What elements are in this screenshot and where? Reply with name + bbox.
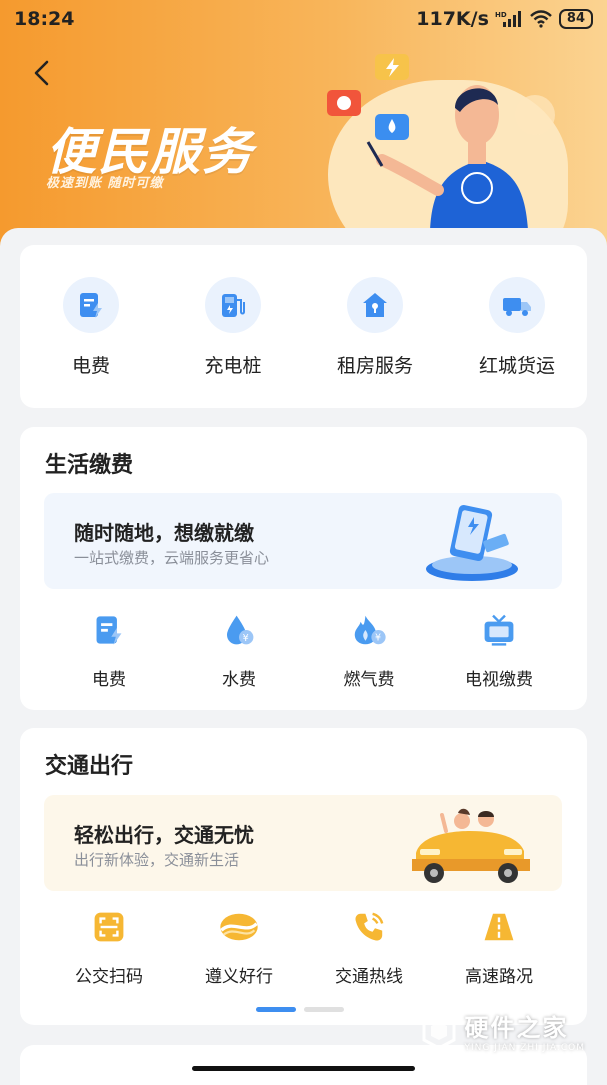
banner-title: 随时随地，想缴就缴 (74, 521, 254, 545)
section-title: 生活缴费 (45, 453, 134, 478)
traffic-item-bus-scan[interactable]: 公交扫码 (44, 904, 174, 987)
quick-item-label: 租房服务 (336, 355, 413, 377)
phone-icon (346, 904, 392, 950)
watermark-sub: YING JIAN ZHI JIA.COM (464, 1043, 585, 1053)
quick-item-electric[interactable]: 电费 (26, 277, 156, 378)
payment-item-electric[interactable]: 电费 (44, 607, 174, 690)
quick-services-card: 电费 充电桩 租房服务 红城货运 (20, 245, 587, 408)
route-logo-icon (216, 904, 262, 950)
watermark: 硬件之家 YING JIAN ZHI JIA.COM (422, 1008, 585, 1053)
life-payment-banner[interactable]: 随时随地，想缴就缴 一站式缴费，云端服务更省心 (44, 493, 562, 589)
payment-item-label: 燃气费 (343, 670, 395, 690)
page-subtitle: 极速到账 随时可缴 (46, 176, 164, 191)
payment-item-water[interactable]: ¥ 水费 (174, 607, 304, 690)
page-indicator (256, 1007, 344, 1012)
page-dot[interactable] (304, 1007, 344, 1012)
section-title: 交通出行 (45, 754, 134, 779)
battery-indicator: 84 (558, 9, 593, 29)
watermark-main: 硬件之家 (464, 1014, 569, 1042)
lightning-bubble-icon (375, 54, 409, 80)
banner-title: 轻松出行，交通无忧 (74, 823, 254, 847)
gas-flame-icon: ¥ (346, 607, 392, 653)
quick-item-freight[interactable]: 红城货运 (452, 277, 582, 378)
svg-text:HD: HD (495, 11, 507, 19)
highway-icon (476, 904, 522, 950)
home-indicator[interactable] (192, 1066, 415, 1071)
traffic-item-label: 公交扫码 (75, 967, 143, 987)
page-dot-active[interactable] (256, 1007, 296, 1012)
banner-subtitle: 出行新体验，交通新生活 (74, 851, 240, 869)
traffic-item-hotline[interactable]: 交通热线 (304, 904, 434, 987)
water-bubble-icon (375, 114, 409, 140)
quick-item-charging[interactable]: 充电桩 (168, 277, 298, 378)
electric-bill-icon (86, 607, 132, 653)
quick-item-label: 充电桩 (204, 355, 262, 377)
payment-item-gas[interactable]: ¥ 燃气费 (304, 607, 434, 690)
quick-item-rental[interactable]: 租房服务 (310, 277, 440, 378)
payment-item-tv[interactable]: 电视缴费 (434, 607, 564, 690)
network-speed: 117K/s (416, 8, 489, 30)
payment-item-label: 水费 (222, 670, 256, 690)
hero-illustration (327, 54, 528, 230)
status-indicators: 117K/s HD 84 (416, 8, 593, 30)
life-payment-card: 生活缴费 随时随地，想缴就缴 一站式缴费，云端服务更省心 电费 ¥ 水费 ¥ 燃… (20, 427, 587, 710)
signal-icon: HD (495, 11, 521, 27)
quick-item-label: 电费 (71, 355, 110, 377)
flame-bubble-icon (327, 90, 361, 116)
truck-icon (489, 277, 545, 333)
traffic-card: 交通出行 轻松出行，交通无忧 出行新体验，交通新生活 公交扫码 遵义好行 交通热… (20, 728, 587, 1025)
car-illustration (412, 808, 530, 883)
payment-item-label: 电视缴费 (465, 670, 533, 690)
banner-subtitle: 一站式缴费，云端服务更省心 (74, 549, 270, 567)
rental-house-icon (347, 277, 403, 333)
traffic-item-zunyi[interactable]: 遵义好行 (174, 904, 304, 987)
traffic-item-label: 高速路况 (465, 967, 533, 987)
water-drop-icon: ¥ (216, 607, 262, 653)
scan-code-icon (86, 904, 132, 950)
chevron-left-icon[interactable] (28, 58, 58, 88)
hero-banner: 18:24 117K/s HD 84 便民服务 极速到账 随时可缴 (0, 0, 607, 250)
watermark-logo-icon (422, 1011, 456, 1050)
traffic-item-highway[interactable]: 高速路况 (434, 904, 564, 987)
wifi-icon (530, 10, 552, 28)
payment-item-label: 电费 (92, 670, 126, 690)
traffic-banner[interactable]: 轻松出行，交通无忧 出行新体验，交通新生活 (44, 795, 562, 891)
status-bar: 18:24 117K/s HD 84 (0, 0, 607, 40)
charging-pile-icon (205, 277, 261, 333)
tv-icon (476, 607, 522, 653)
electric-bill-icon (63, 277, 119, 333)
traffic-item-label: 交通热线 (335, 967, 403, 987)
quick-item-label: 红城货运 (478, 355, 555, 377)
traffic-item-label: 遵义好行 (205, 967, 273, 987)
status-time: 18:24 (14, 8, 75, 30)
payment-phone-illustration (426, 504, 518, 581)
svg-text:¥: ¥ (243, 633, 249, 644)
svg-text:¥: ¥ (375, 633, 381, 644)
